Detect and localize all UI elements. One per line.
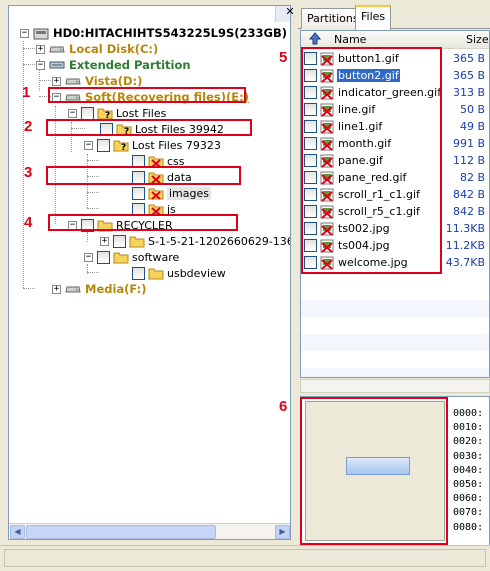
column-size[interactable]: Size: [466, 33, 489, 46]
annotation-box-5: [301, 47, 442, 274]
status-bar: [0, 545, 490, 571]
marker-1: 1: [22, 84, 31, 101]
annotation-box-2: [46, 119, 252, 136]
file-size: 842 B: [452, 188, 485, 201]
expand-toggle[interactable]: +: [36, 44, 45, 54]
tree-node-media[interactable]: + Media(F:): [52, 281, 147, 297]
file-size: 43.7KB: [445, 256, 485, 269]
tree-node-sid[interactable]: + S-1-5-21-1202660629-13645: [100, 233, 290, 249]
tab-files[interactable]: Files: [355, 5, 392, 30]
annotation-box-3: [46, 166, 241, 185]
status-bar-panel: [4, 549, 486, 567]
file-size: 842 B: [452, 205, 485, 218]
hard-disk-icon: [33, 28, 49, 40]
expand-toggle[interactable]: +: [52, 76, 61, 86]
up-folder-icon[interactable]: [308, 32, 322, 48]
file-list-empty-area: [301, 283, 489, 377]
hex-offset: 0070:: [453, 507, 484, 519]
tree-node-root[interactable]: − HD0:HITACHIHTS543225L9S(233GB): [20, 25, 287, 41]
tree-node-usbdeview[interactable]: usbdeview: [132, 265, 226, 281]
marker-6: 6: [279, 398, 288, 415]
folder-icon: [113, 251, 129, 264]
tree-label-root: HD0:HITACHIHTS543225L9S(233GB): [53, 26, 287, 40]
hex-offset: 0060:: [453, 493, 484, 505]
deleted-folder-icon: [148, 187, 164, 200]
hex-offset: 0050:: [453, 479, 484, 491]
collapse-toggle[interactable]: −: [84, 252, 93, 262]
file-size: 112 B: [452, 154, 485, 167]
tree-label-media: Media(F:): [85, 282, 147, 296]
annotation-box-6: [300, 397, 448, 545]
file-size: 991 B: [452, 137, 485, 150]
hex-offset: 0000:: [453, 408, 484, 419]
marker-3: 3: [24, 164, 33, 181]
lost-folder-icon: ?: [113, 139, 129, 153]
folder-icon: [129, 235, 145, 248]
file-size: 50 B: [459, 103, 485, 116]
tree-label-software: software: [132, 250, 180, 264]
file-size: 11.3KB: [445, 222, 485, 235]
file-horizontal-scrollbar[interactable]: [300, 379, 490, 393]
tree-horizontal-scrollbar[interactable]: ◀ ▶: [9, 523, 290, 539]
collapse-toggle[interactable]: −: [84, 140, 93, 150]
folder-icon: [148, 267, 164, 280]
tree-node-images[interactable]: images: [132, 185, 211, 201]
file-size: 49 B: [459, 120, 485, 133]
tree-node-extended-partition[interactable]: − Extended Partition: [36, 57, 191, 73]
tree-node-lost-files-79323[interactable]: − ? Lost Files 79323: [84, 137, 221, 153]
collapse-toggle[interactable]: −: [36, 60, 45, 70]
column-name[interactable]: Name: [334, 33, 366, 46]
drive-icon: [65, 284, 81, 294]
file-size: 365 B: [452, 52, 485, 65]
checkbox[interactable]: [113, 234, 126, 248]
collapse-toggle[interactable]: −: [20, 28, 29, 38]
lost-folder-icon: ?: [97, 107, 113, 121]
tree-label-sid: S-1-5-21-1202660629-13645: [148, 234, 290, 248]
tree-label-extended-partition: Extended Partition: [69, 58, 191, 72]
scroll-right-button[interactable]: ▶: [275, 525, 290, 539]
marker-5: 5: [279, 49, 288, 66]
file-size: 11.2KB: [445, 239, 485, 252]
marker-2: 2: [24, 118, 33, 135]
tree-label-images: images: [167, 186, 211, 200]
hex-offset: 0010:: [453, 422, 484, 434]
folder-tree-panel[interactable]: − HD0:HITACHIHTS543225L9S(233GB) + Local…: [8, 5, 291, 540]
annotation-box-1: [48, 87, 246, 103]
tab-bar: Partitions Files: [298, 5, 490, 30]
hex-offset-column: 0000: 0010: 0020: 0030: 0040: 0050: 0060: 0070:…: [453, 407, 483, 535]
checkbox[interactable]: [81, 106, 94, 120]
hex-offset: 0020:: [453, 436, 484, 448]
annotation-box-4: [48, 214, 238, 231]
scroll-thumb[interactable]: [26, 525, 216, 539]
file-size: 82 B: [459, 171, 485, 184]
checkbox[interactable]: [97, 250, 110, 264]
file-size: 365 B: [452, 69, 485, 82]
file-size: 313 B: [452, 86, 485, 99]
partition-icon: [49, 60, 65, 70]
scroll-left-button[interactable]: ◀: [10, 525, 25, 539]
checkbox[interactable]: [132, 266, 145, 280]
hex-offset: 0040:: [453, 464, 484, 476]
drive-icon: [49, 44, 65, 54]
collapse-toggle[interactable]: −: [68, 108, 77, 118]
svg-text:?: ?: [121, 143, 126, 152]
drive-icon: [65, 76, 81, 86]
tree-node-software[interactable]: − software: [84, 249, 179, 265]
expand-toggle[interactable]: +: [52, 284, 61, 294]
tree-label-local-disk: Local Disk(C:): [69, 42, 159, 56]
close-icon[interactable]: ✕: [285, 6, 295, 18]
tree-label-usbdeview: usbdeview: [167, 266, 226, 280]
tree-node-local-disk[interactable]: + Local Disk(C:): [36, 41, 158, 57]
marker-4: 4: [24, 214, 33, 231]
right-panel: Partitions Files Name Size button1.gif 36…: [298, 5, 490, 546]
expand-toggle[interactable]: +: [100, 236, 109, 246]
tree-label-lost-files: Lost Files: [116, 106, 167, 120]
hex-offset: 0080:: [453, 521, 484, 533]
checkbox[interactable]: [132, 186, 145, 200]
tree-label-vista: Vista(D:): [85, 74, 143, 88]
checkbox[interactable]: [97, 138, 110, 152]
hex-offset: 0030:: [453, 450, 484, 462]
tree-label-lost-files-79323: Lost Files 79323: [132, 138, 221, 152]
